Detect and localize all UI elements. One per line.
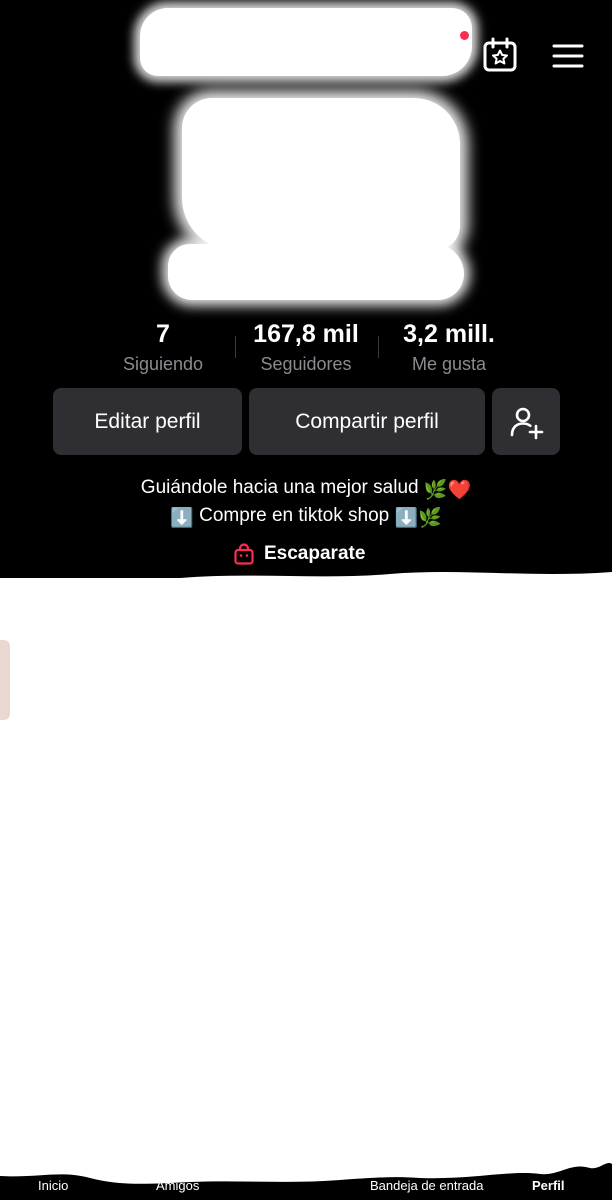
- bio-line: ⬇️ Compre en tiktok shop ⬇️🌿: [60, 502, 552, 533]
- stat-divider: [378, 336, 379, 358]
- likes-count: 3,2 mill.: [403, 320, 495, 348]
- followers-count: 167,8 mil: [253, 320, 359, 348]
- bio-text: Compre en tiktok shop: [199, 505, 390, 526]
- down-arrow-emoji: ⬇️: [170, 508, 194, 529]
- down-arrow-leaf-emoji: ⬇️🌿: [394, 508, 442, 529]
- nav-home[interactable]: Inicio: [38, 1178, 68, 1193]
- redacted-video-grid: [0, 578, 612, 1200]
- add-friend-button[interactable]: [492, 388, 560, 455]
- nav-inbox[interactable]: Bandeja de entrada: [370, 1178, 483, 1193]
- redacted-display-name: [168, 244, 464, 300]
- leaf-heart-emoji: 🌿❤️: [423, 480, 472, 501]
- notification-dot: [460, 31, 469, 40]
- likes-label: Me gusta: [411, 354, 487, 374]
- calendar-button[interactable]: [480, 36, 520, 74]
- nav-profile[interactable]: Perfil: [532, 1178, 565, 1193]
- menu-button[interactable]: [548, 38, 588, 74]
- redacted-avatar-area: [182, 98, 460, 250]
- following-stat[interactable]: 7 Siguiendo: [100, 318, 226, 378]
- followers-label: Seguidores: [260, 354, 352, 374]
- stat-divider: [235, 336, 236, 358]
- edit-profile-button[interactable]: Editar perfil: [53, 388, 242, 455]
- nav-friends[interactable]: Amigos: [156, 1178, 199, 1193]
- hamburger-menu-icon: [552, 44, 584, 68]
- likes-stat[interactable]: 3,2 mill. Me gusta: [386, 318, 512, 378]
- bottom-nav-redaction-edge: [0, 1163, 612, 1200]
- thumbnail-edge: [0, 640, 10, 720]
- share-profile-button[interactable]: Compartir perfil: [249, 388, 485, 455]
- calendar-star-icon: [483, 37, 517, 72]
- bio-text: Guiándole hacia una mejor salud: [140, 477, 419, 498]
- add-user-icon: [510, 407, 544, 439]
- bio-line: Guiándole hacia una mejor salud 🌿❤️: [60, 474, 552, 505]
- followers-stat[interactable]: 167,8 mil Seguidores: [240, 318, 372, 378]
- redacted-username-area: [140, 8, 472, 76]
- following-count: 7: [156, 320, 170, 348]
- following-label: Siguiendo: [122, 354, 204, 374]
